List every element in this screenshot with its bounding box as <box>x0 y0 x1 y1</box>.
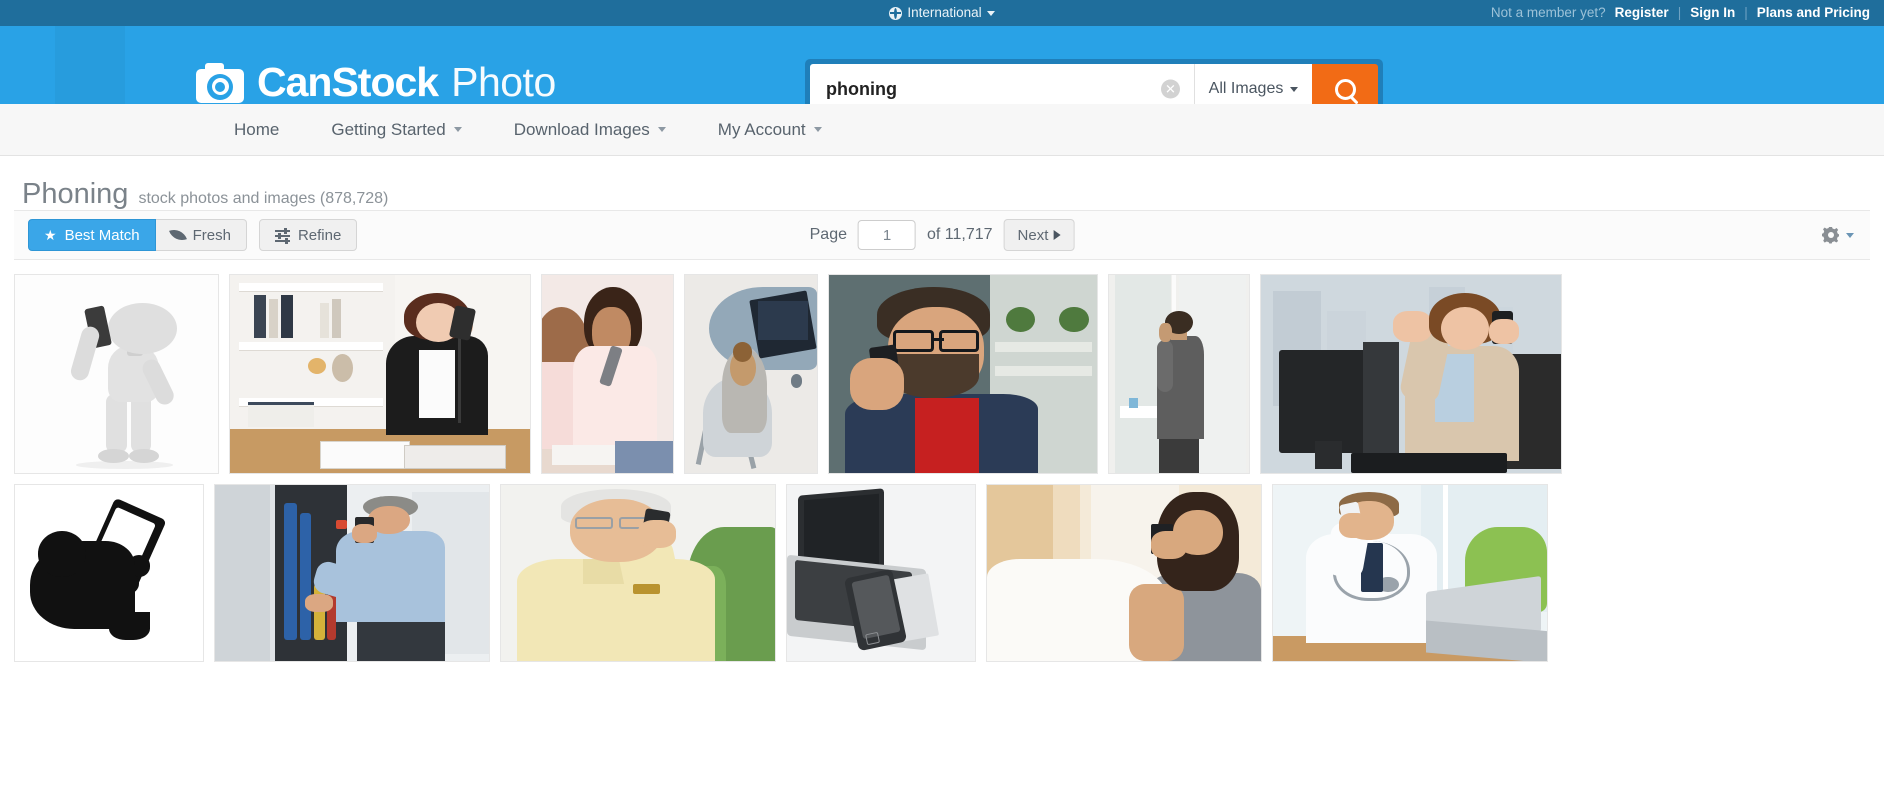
page-subtitle: stock photos and images (878,728) <box>138 190 389 207</box>
fresh-label: Fresh <box>192 226 231 244</box>
register-link[interactable]: Register <box>1615 0 1669 26</box>
result-thumbnail-9[interactable] <box>214 484 490 662</box>
thumbnail-art <box>15 275 218 473</box>
result-thumbnail-2[interactable] <box>229 274 531 474</box>
chevron-down-icon <box>986 10 995 16</box>
link-separator-2: | <box>1744 5 1748 20</box>
thumbnail-art <box>542 275 673 473</box>
account-links: Not a member yet? Register | Sign In | P… <box>1491 0 1870 26</box>
thumbnail-art <box>1261 275 1561 473</box>
chevron-down-icon <box>1846 232 1854 238</box>
result-thumbnail-4[interactable] <box>684 274 818 474</box>
star-icon: ★ <box>44 227 57 243</box>
nav-label: Download Images <box>513 119 650 139</box>
nav-item-my-account[interactable]: My Account <box>692 104 848 156</box>
search-icon <box>1334 78 1356 100</box>
search-input[interactable] <box>810 64 1194 104</box>
chevron-down-icon <box>657 127 666 132</box>
globe-icon <box>889 6 903 20</box>
display-settings-button[interactable] <box>1822 227 1854 244</box>
logo-text-bold: CanStock <box>257 59 439 104</box>
not-member-text: Not a member yet? <box>1490 5 1606 20</box>
international-selector[interactable]: International <box>889 0 995 26</box>
image-type-label: All Images <box>1208 80 1284 97</box>
main-navigation: Home Getting Started Download Images My … <box>0 104 1884 156</box>
nav-item-download-images[interactable]: Download Images <box>488 104 692 156</box>
thumbnail-art <box>15 485 203 661</box>
logo-text-light: Photo <box>451 59 556 104</box>
gear-icon <box>1822 227 1839 244</box>
result-thumbnail-11[interactable] <box>786 484 976 662</box>
thumbnail-art <box>1109 275 1249 473</box>
next-label: Next <box>1017 226 1049 244</box>
thumbnail-art <box>987 485 1261 661</box>
chevron-down-icon <box>813 127 822 132</box>
results-row <box>14 484 1870 662</box>
thumbnail-art <box>230 275 530 473</box>
next-page-button[interactable]: Next <box>1003 219 1075 251</box>
best-match-label: Best Match <box>64 226 140 244</box>
header-background-artifact <box>55 26 125 104</box>
sort-button-group: ★ Best Match Fresh <box>28 219 247 251</box>
nav-item-home[interactable]: Home <box>208 104 305 156</box>
refine-label: Refine <box>297 226 342 244</box>
chevron-down-icon <box>1290 86 1299 92</box>
search-submit-button[interactable] <box>1312 64 1378 104</box>
site-logo[interactable]: CanStock Photo <box>196 62 556 103</box>
thumbnail-art <box>1273 485 1547 661</box>
results-row <box>14 274 1870 474</box>
search-bar: ✕ All Images <box>805 59 1383 104</box>
result-thumbnail-1[interactable] <box>14 274 219 474</box>
result-thumbnail-5[interactable] <box>828 274 1098 474</box>
nav-label: Getting Started <box>331 119 446 139</box>
result-thumbnail-10[interactable] <box>500 484 776 662</box>
thumbnail-art <box>685 275 817 473</box>
result-thumbnail-7[interactable] <box>1260 274 1562 474</box>
total-pages-label: of 11,717 <box>926 226 993 243</box>
search-results-grid <box>0 260 1884 662</box>
results-toolbar: ★ Best Match Fresh Refine Page of 11,717… <box>14 210 1870 260</box>
sign-in-link[interactable]: Sign In <box>1690 0 1735 26</box>
page-number-input[interactable] <box>857 220 916 250</box>
thumbnail-art <box>501 485 775 661</box>
refine-button[interactable]: Refine <box>258 219 358 251</box>
page-label: Page <box>809 226 847 243</box>
result-thumbnail-8[interactable] <box>14 484 204 662</box>
fresh-button[interactable]: Fresh <box>155 219 247 251</box>
top-utility-bar: International Not a member yet? Register… <box>0 0 1884 26</box>
result-thumbnail-6[interactable] <box>1108 274 1250 474</box>
best-match-button[interactable]: ★ Best Match <box>28 219 156 251</box>
site-header: CanStock Photo ✕ All Images <box>0 26 1884 104</box>
international-label: International <box>907 5 982 20</box>
page-title-row: Phoning stock photos and images (878,728… <box>0 156 1884 210</box>
plans-and-pricing-link[interactable]: Plans and Pricing <box>1757 0 1870 26</box>
chevron-down-icon <box>453 127 462 132</box>
result-thumbnail-12[interactable] <box>986 484 1262 662</box>
nav-label: Home <box>234 119 280 139</box>
image-type-dropdown[interactable]: All Images <box>1194 64 1312 104</box>
thumbnail-art <box>829 275 1097 473</box>
thumbnail-art <box>787 485 975 661</box>
link-separator-1: | <box>1677 5 1682 20</box>
camera-icon <box>196 62 244 103</box>
page-title: Phoning <box>22 178 129 210</box>
clear-search-icon[interactable]: ✕ <box>1161 79 1180 99</box>
result-thumbnail-3[interactable] <box>541 274 674 474</box>
sliders-icon <box>274 227 290 244</box>
search-field-wrap: ✕ <box>810 64 1194 104</box>
leaf-icon <box>168 226 187 244</box>
chevron-right-icon <box>1053 230 1061 240</box>
result-thumbnail-13[interactable] <box>1272 484 1548 662</box>
nav-label: My Account <box>717 119 806 139</box>
nav-item-getting-started[interactable]: Getting Started <box>305 104 487 156</box>
thumbnail-art <box>215 485 489 661</box>
pagination: Page of 11,717 Next <box>810 219 1075 251</box>
